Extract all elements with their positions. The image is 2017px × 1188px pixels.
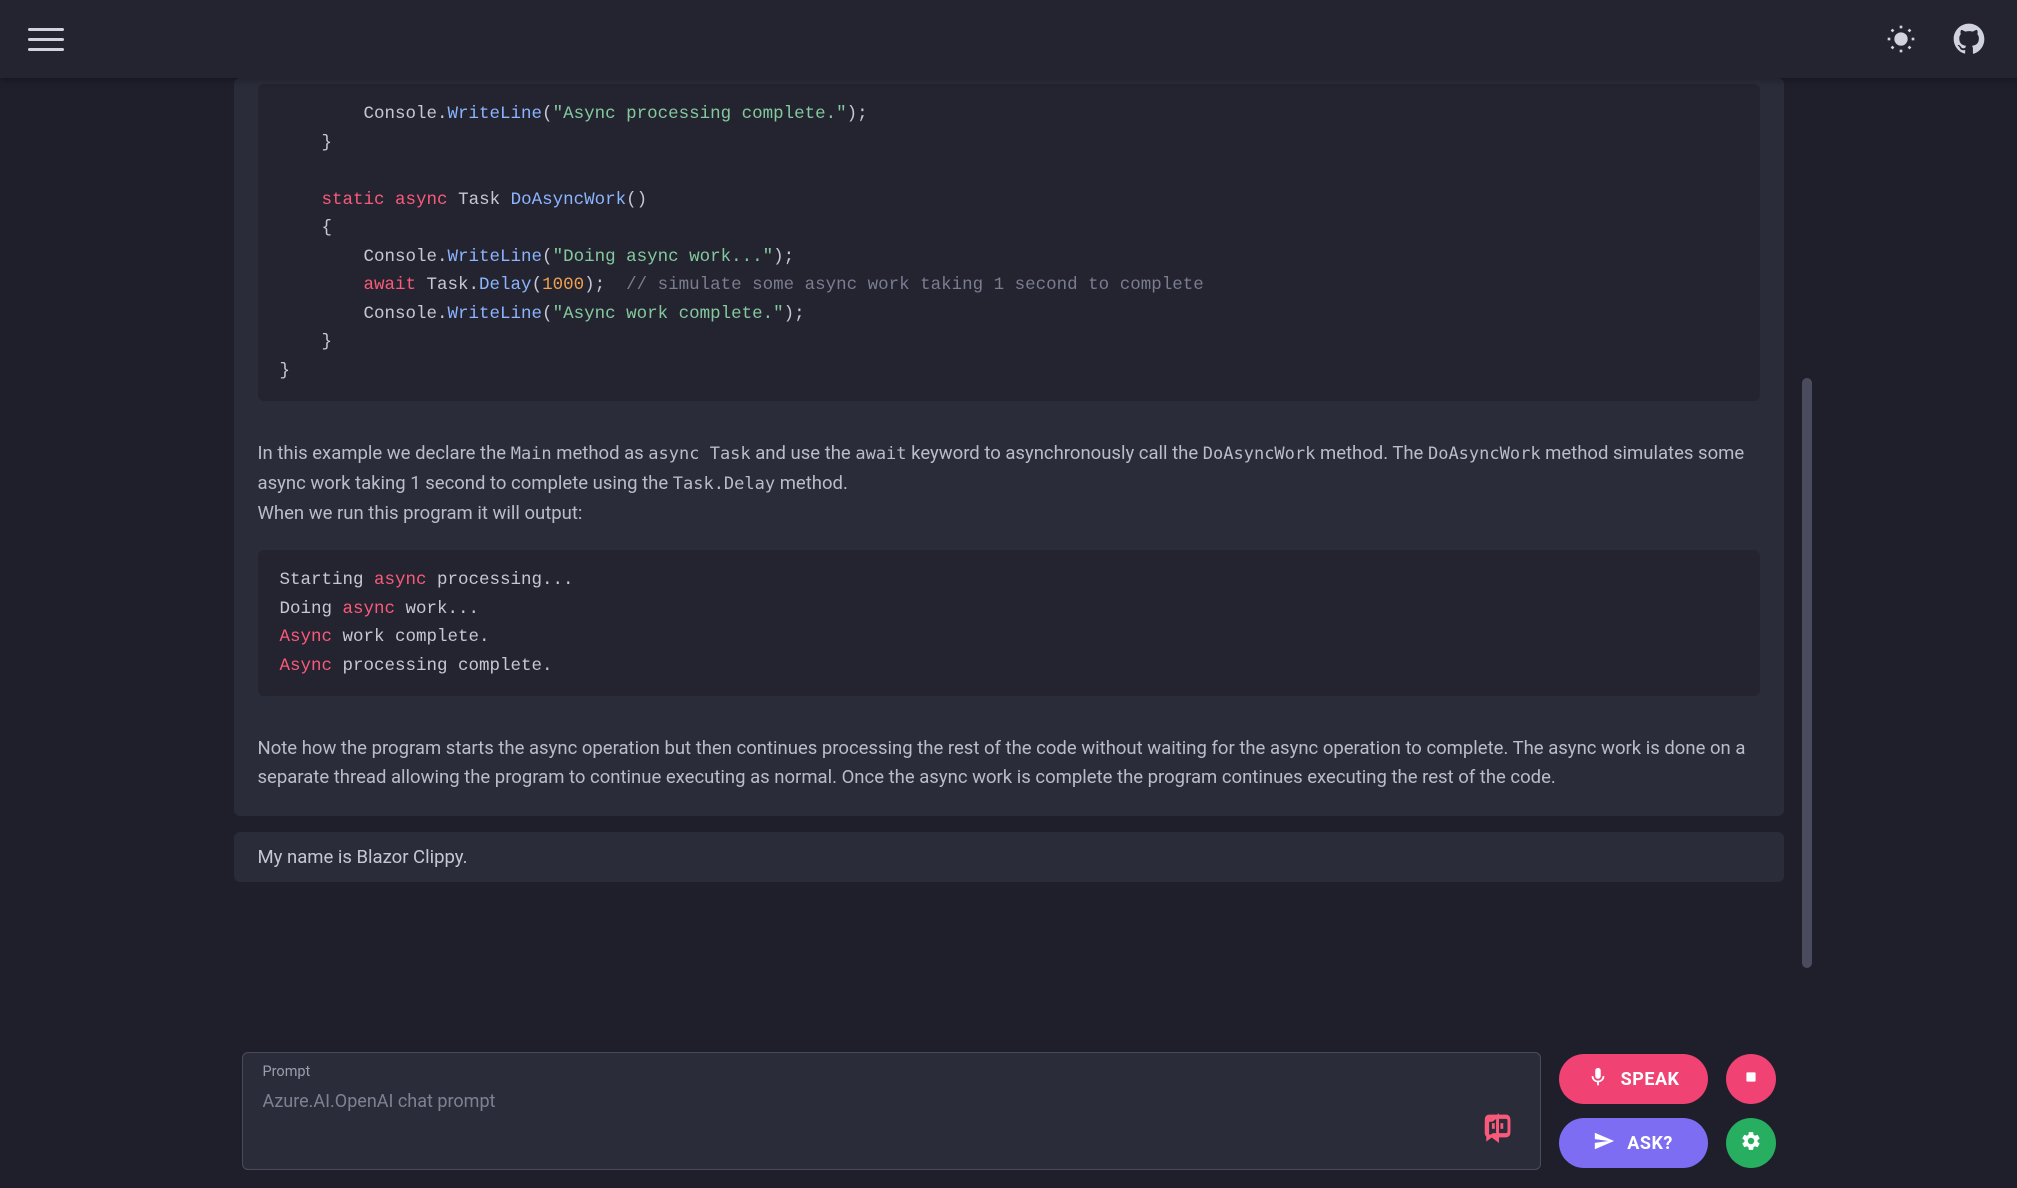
stop-icon	[1740, 1066, 1762, 1092]
assistant-message: Console.WriteLine("Async processing comp…	[234, 78, 1784, 816]
chat-scroll[interactable]: Console.WriteLine("Async processing comp…	[234, 78, 1784, 1036]
user-message: My name is Blazor Clippy.	[234, 832, 1784, 882]
send-icon	[1593, 1130, 1615, 1157]
github-icon[interactable]	[1949, 19, 1989, 59]
topbar	[0, 0, 2017, 78]
prompt-placeholder: Azure.AI.OpenAI chat prompt	[263, 1091, 496, 1112]
code-block-csharp: Console.WriteLine("Async processing comp…	[258, 84, 1760, 401]
explanation-2: Note how the program starts the async op…	[234, 720, 1784, 816]
gear-icon	[1740, 1130, 1762, 1156]
topbar-actions	[1881, 19, 1989, 59]
prompt-label: Prompt	[263, 1063, 311, 1080]
settings-button[interactable]	[1726, 1118, 1776, 1168]
ask-button[interactable]: ASK?	[1559, 1118, 1708, 1168]
voice-wave-icon[interactable]	[1482, 1109, 1516, 1147]
code-block-output: Starting async processing... Doing async…	[258, 550, 1760, 696]
input-bar: Prompt Azure.AI.OpenAI chat prompt	[242, 1052, 1776, 1170]
main-content: Console.WriteLine("Async processing comp…	[0, 78, 2017, 1188]
menu-icon[interactable]	[28, 21, 64, 57]
explanation-1: In this example we declare the Main meth…	[234, 425, 1784, 532]
theme-toggle-icon[interactable]	[1881, 19, 1921, 59]
prompt-input[interactable]: Prompt Azure.AI.OpenAI chat prompt	[242, 1052, 1541, 1170]
microphone-icon	[1587, 1066, 1609, 1093]
stop-button[interactable]	[1726, 1054, 1776, 1104]
speak-button[interactable]: SPEAK	[1559, 1054, 1708, 1104]
scrollbar[interactable]	[1802, 378, 1812, 968]
